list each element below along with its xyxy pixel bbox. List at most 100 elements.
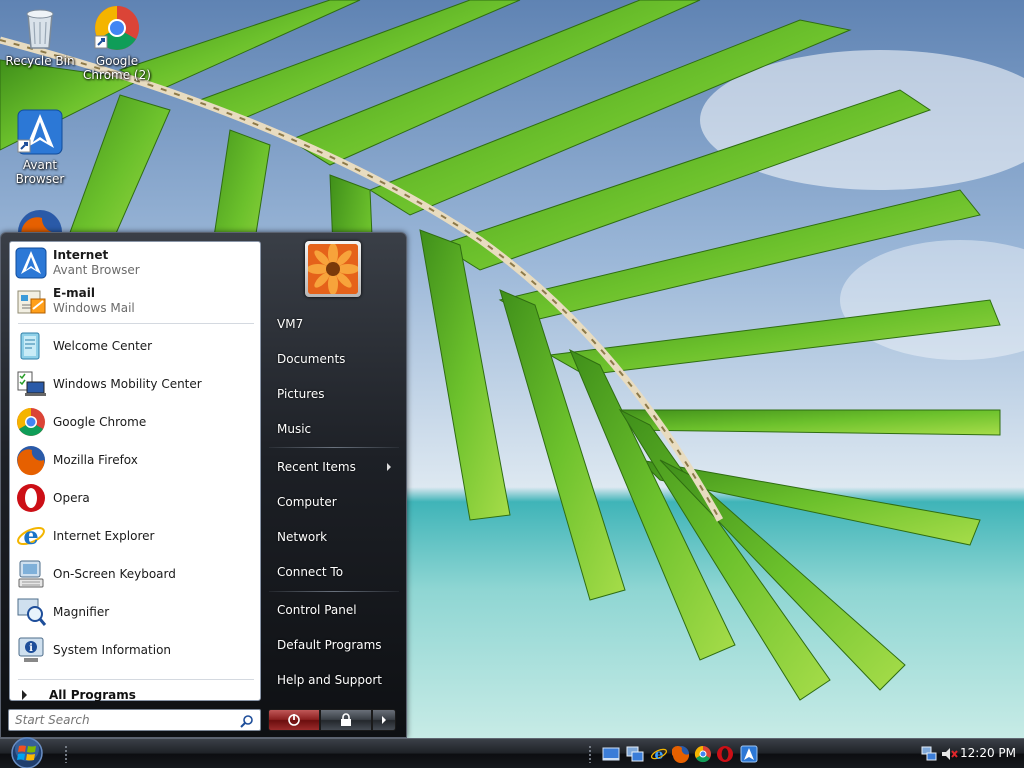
system-information-icon: i [15,634,47,666]
start-link-computer[interactable]: Computer [269,487,399,517]
start-link-label: Control Panel [277,603,357,617]
internet-explorer-icon: e [15,520,47,552]
show-desktop-icon[interactable] [602,745,620,763]
start-search-input[interactable] [15,713,231,727]
network-icon[interactable] [920,745,938,763]
program-welcome-center[interactable]: Welcome Center [13,328,257,364]
program-mozilla-firefox[interactable]: Mozilla Firefox [13,442,257,478]
start-link-user[interactable]: VM7 [269,309,399,339]
chrome-icon [93,4,141,52]
start-link-label: Help and Support [277,673,382,687]
start-link-label: Network [277,530,328,544]
start-link-documents[interactable]: Documents [269,344,399,374]
user-picture[interactable] [305,241,361,297]
svg-text:e: e [23,521,38,550]
start-link-default-programs[interactable]: Default Programs [269,630,399,660]
lock-icon [341,713,351,726]
start-link-label: Music [277,422,312,436]
desktop-icon-google-chrome[interactable]: Google Chrome (2) [77,4,157,82]
power-options-button[interactable] [372,709,396,731]
program-windows-mobility-center[interactable]: Windows Mobility Center [13,366,257,402]
keyboard-icon [15,558,47,590]
start-link-network[interactable]: Network [269,522,399,552]
start-link-label: Connect To [277,565,344,579]
desktop-icon-recycle-bin[interactable]: Recycle Bin [0,4,80,68]
start-button[interactable] [6,736,48,768]
switch-windows-icon[interactable] [626,745,644,763]
firefox-icon [15,444,47,476]
pinned-item-subtitle: Avant Browser [53,263,140,277]
start-link-label: Pictures [277,387,325,401]
magnifier-icon [15,596,47,628]
desktop-icon-label: Google Chrome (2) [83,54,151,82]
program-label: Internet Explorer [53,529,155,543]
recycle-bin-icon [16,4,64,52]
firefox-icon[interactable] [671,745,690,764]
program-system-information[interactable]: i System Information [13,632,257,668]
program-label: Magnifier [53,605,110,619]
windows-mail-icon [15,285,47,317]
all-programs-label: All Programs [49,688,136,702]
program-label: Opera [53,491,90,505]
opera-icon [15,482,47,514]
start-search-box[interactable] [8,709,261,731]
svg-text:i: i [29,643,33,654]
program-label: System Information [53,643,172,657]
program-google-chrome[interactable]: Google Chrome [13,404,257,440]
all-programs-separator [18,679,254,680]
internet-explorer-icon[interactable]: e [650,745,668,763]
all-programs-button[interactable]: All Programs [18,684,254,706]
program-label: On-Screen Keyboard [53,567,176,581]
flower-icon [308,244,358,294]
power-button[interactable] [268,709,320,731]
power-icon [288,714,300,726]
start-link-connect-to[interactable]: Connect To [269,557,399,587]
chrome-icon [15,406,47,438]
chrome-icon[interactable] [694,745,712,763]
taskbar: e 12:20 PM [0,736,1024,768]
start-link-help-and-support[interactable]: Help and Support [269,665,399,695]
program-label: Google Chrome [53,415,147,429]
right-separator [269,591,399,592]
start-link-label: VM7 [277,317,304,331]
desktop-icon-label: Recycle Bin [5,54,75,68]
pinned-separator [18,323,254,324]
start-menu: Internet Avant Browser E-mail Windows Ma… [0,232,407,738]
search-icon[interactable] [240,714,254,728]
start-link-recent-items[interactable]: Recent Items [269,452,399,482]
pinned-item-internet[interactable]: Internet Avant Browser [13,245,257,281]
desktop-icon-label: Avant Browser [15,158,65,186]
start-link-label: Recent Items [277,460,356,474]
program-on-screen-keyboard[interactable]: On-Screen Keyboard [13,556,257,592]
avant-browser-icon [16,108,64,156]
pinned-item-email[interactable]: E-mail Windows Mail [13,283,257,319]
taskbar-grip[interactable] [64,745,68,763]
desktop-icon-avant-browser[interactable]: Avant Browser [0,108,80,186]
right-separator [269,447,399,448]
avant-browser-icon[interactable] [740,745,758,763]
quick-launch-grip[interactable] [588,745,592,763]
welcome-center-icon [15,330,47,362]
start-link-pictures[interactable]: Pictures [269,379,399,409]
chevron-right-icon [382,716,386,724]
clock[interactable]: 12:20 PM [960,746,1016,760]
start-link-label: Documents [277,352,346,366]
avant-browser-icon [15,247,47,279]
start-link-label: Computer [277,495,337,509]
program-internet-explorer[interactable]: e Internet Explorer [13,518,257,554]
pinned-item-title: E-mail [53,286,96,300]
lock-button[interactable] [320,709,372,731]
opera-icon[interactable] [716,745,734,763]
mobility-center-icon [15,368,47,400]
program-opera[interactable]: Opera [13,480,257,516]
pinned-item-subtitle: Windows Mail [53,301,135,315]
start-link-label: Default Programs [277,638,382,652]
program-magnifier[interactable]: Magnifier [13,594,257,630]
chevron-right-icon [387,463,391,471]
power-buttons [268,709,396,731]
start-link-music[interactable]: Music [269,414,399,444]
arrow-right-icon [22,690,27,700]
volume-muted-icon[interactable] [940,745,958,763]
pinned-item-title: Internet [53,248,109,262]
start-link-control-panel[interactable]: Control Panel [269,595,399,625]
